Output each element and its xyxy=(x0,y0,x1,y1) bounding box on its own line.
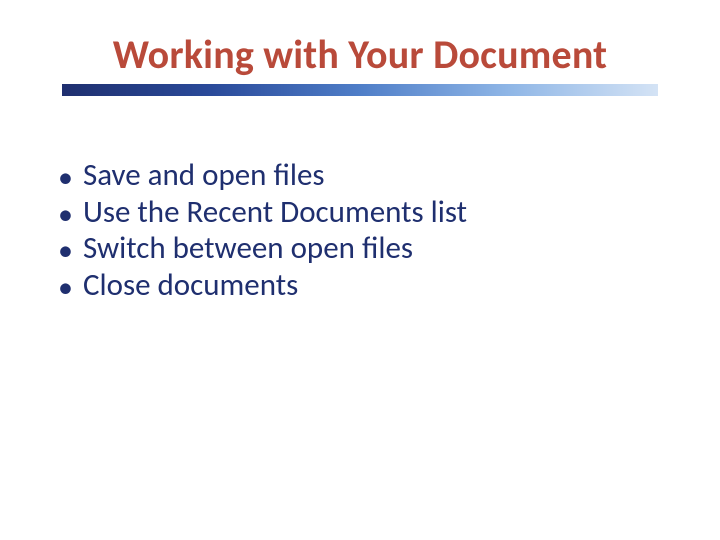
title-underline xyxy=(62,84,658,96)
bullet-text: Use the Recent Documents list xyxy=(83,195,467,230)
bullet-icon: • xyxy=(58,163,73,193)
slide-title-wrap: Working with Your Document xyxy=(0,30,720,79)
list-item: • Use the Recent Documents list xyxy=(58,195,658,230)
list-item: • Close documents xyxy=(58,268,658,303)
bullet-text: Switch between open files xyxy=(83,231,413,266)
bullet-icon: • xyxy=(58,273,73,303)
bullet-list: • Save and open files • Use the Recent D… xyxy=(58,158,658,305)
list-item: • Switch between open files xyxy=(58,231,658,266)
bullet-text: Close documents xyxy=(83,268,298,303)
list-item: • Save and open files xyxy=(58,158,658,193)
bullet-icon: • xyxy=(58,200,73,230)
bullet-icon: • xyxy=(58,236,73,266)
slide-title: Working with Your Document xyxy=(0,30,720,79)
bullet-text: Save and open files xyxy=(83,158,325,193)
